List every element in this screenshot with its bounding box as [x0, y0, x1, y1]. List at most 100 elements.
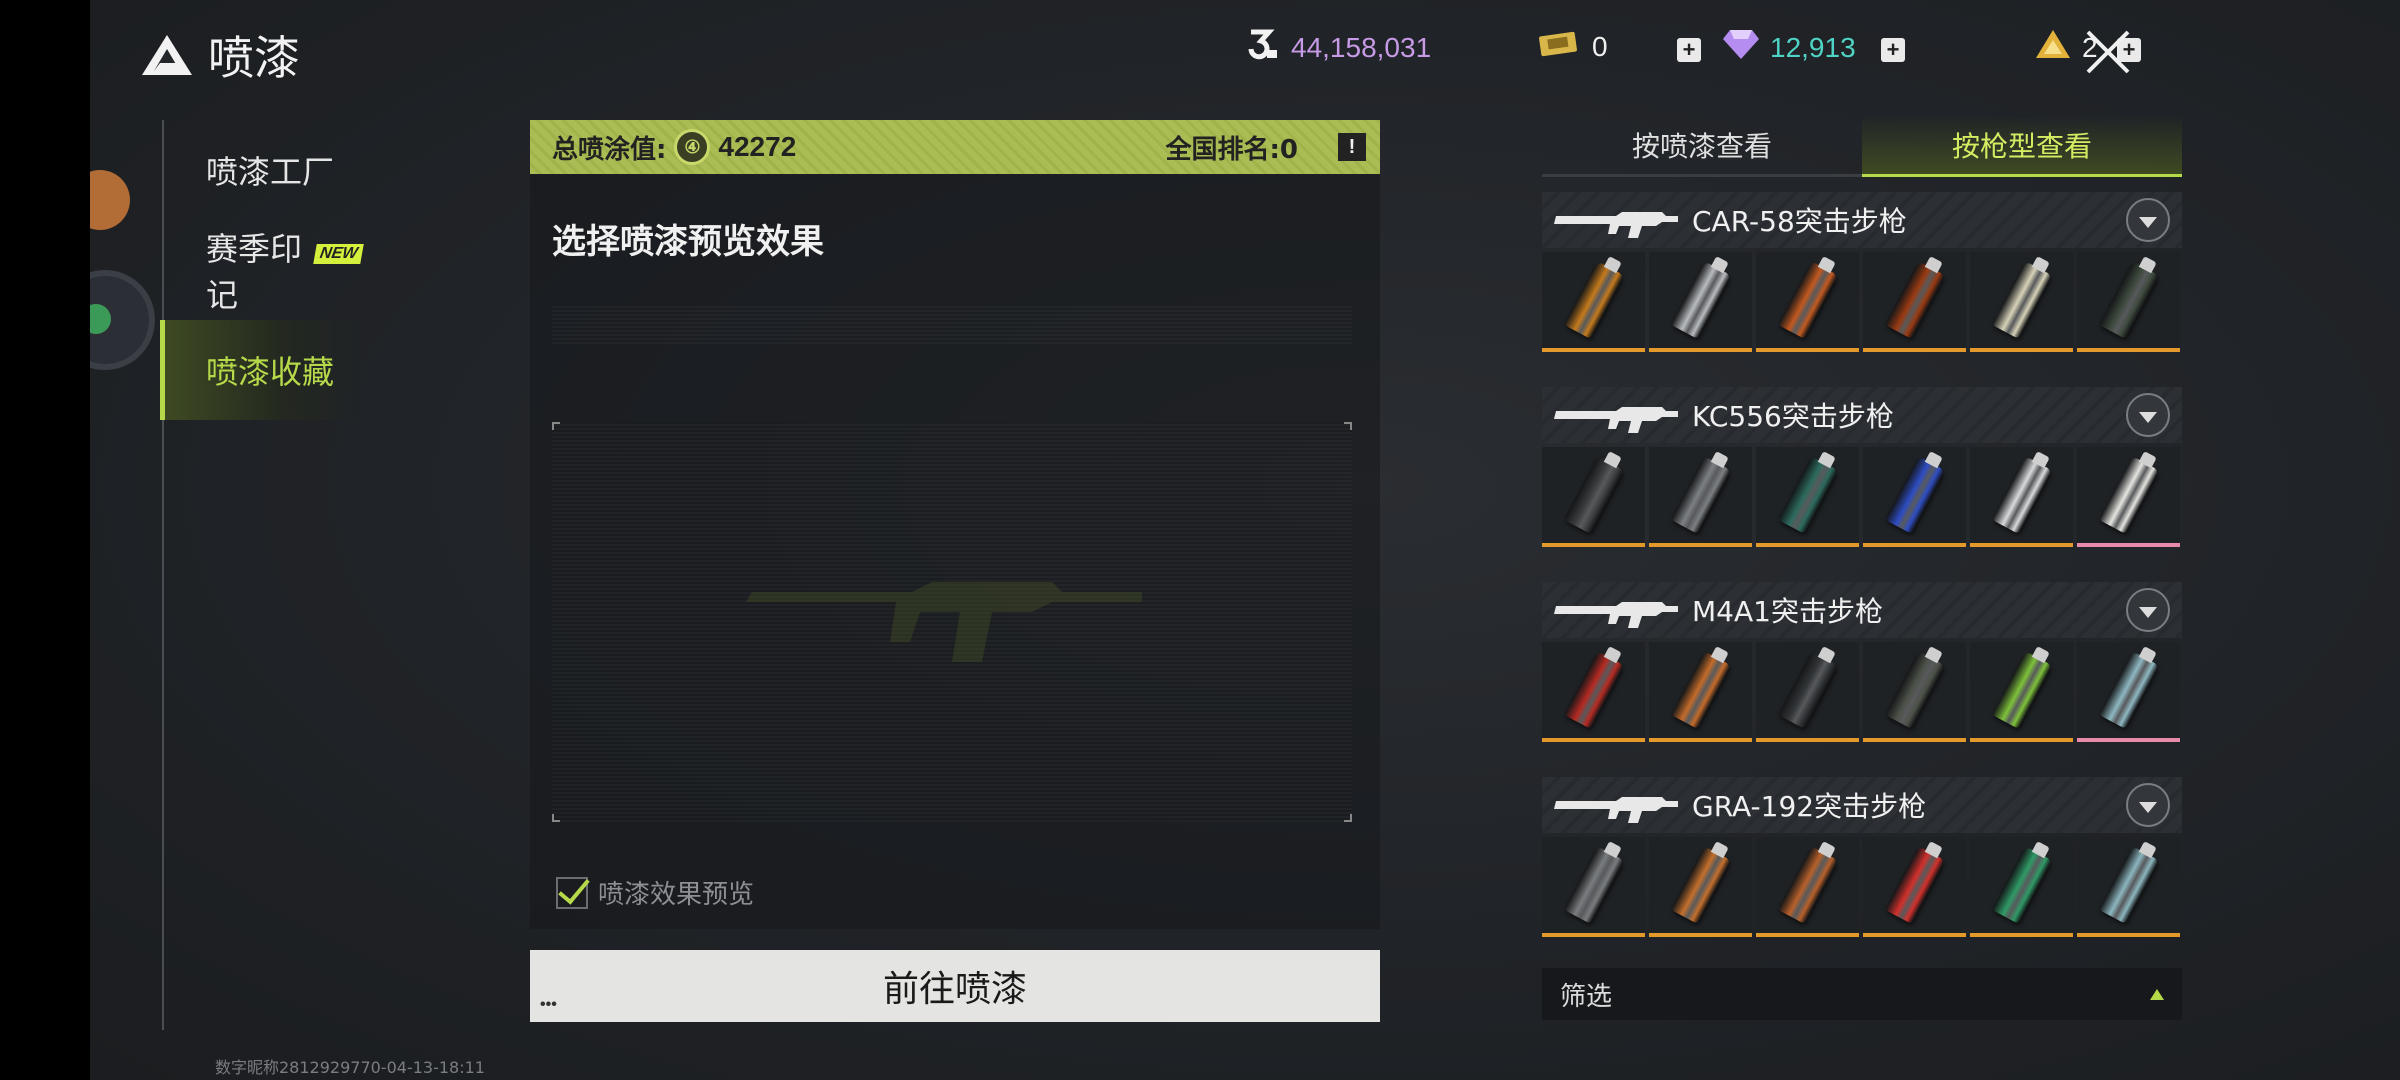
- spray-can-icon: [1563, 846, 1624, 924]
- diamond-count: 12,913: [1770, 31, 1856, 63]
- spray-can-slot[interactable]: [1542, 642, 1645, 742]
- go-spray-button[interactable]: ••• 前往喷漆: [530, 950, 1380, 1022]
- spray-can-slot[interactable]: [1756, 252, 1859, 352]
- spray-preview-panel: 选择喷漆预览效果 喷漆效果预览: [530, 174, 1380, 929]
- spray-can-icon: [2098, 651, 2159, 729]
- expand-chevron-icon[interactable]: [2126, 198, 2170, 242]
- spray-can-slot[interactable]: [2077, 642, 2180, 742]
- sidebar-item-season-marks[interactable]: 赛季印记 NEW: [164, 220, 364, 320]
- ticket-icon: [1538, 28, 1582, 65]
- weapon-name: GRA-192突击步枪: [1692, 790, 1927, 823]
- weapon-header[interactable]: KC556突击步枪: [1542, 387, 2182, 443]
- spray-can-slot[interactable]: [1970, 447, 2073, 547]
- spray-can-icon: [1777, 261, 1838, 339]
- weapon-name: CAR-58突击步枪: [1692, 205, 1907, 238]
- spray-can-slot[interactable]: [1649, 447, 1752, 547]
- spray-preview-toggle[interactable]: 喷漆效果预览: [556, 874, 754, 911]
- spray-can-row: [1542, 447, 2182, 547]
- spray-can-slot[interactable]: [1649, 837, 1752, 937]
- rifle-icon: [1554, 212, 1678, 238]
- rifle-icon: [1554, 797, 1678, 823]
- page-title: 喷漆: [140, 22, 300, 88]
- star-icon: [90, 170, 130, 230]
- spray-can-slot[interactable]: [1756, 447, 1859, 547]
- more-dots-icon: •••: [540, 996, 557, 1013]
- weapon-header[interactable]: M4A1突击步枪: [1542, 582, 2182, 638]
- close-button[interactable]: [2080, 24, 2136, 80]
- weapon-header[interactable]: CAR-58突击步枪: [1542, 192, 2182, 248]
- weapon-group: KC556突击步枪: [1542, 387, 2182, 547]
- sidebar-item-spray-collection[interactable]: 喷漆收藏: [160, 320, 362, 420]
- info-button[interactable]: !: [1338, 133, 1366, 161]
- spray-can-slot[interactable]: [1756, 837, 1859, 937]
- spray-stats-bar: 总喷涂值: ④ 42272 全国排名:0 !: [530, 120, 1380, 174]
- spray-can-slot[interactable]: [1542, 447, 1645, 547]
- sidebar-item-label: 赛季印记: [206, 230, 303, 314]
- expand-chevron-icon[interactable]: [2126, 588, 2170, 632]
- spray-can-slot[interactable]: [2077, 447, 2180, 547]
- filter-arrow-icon: [2150, 988, 2164, 1000]
- spray-can-slot[interactable]: [1649, 252, 1752, 352]
- sidebar-item-spray-factory[interactable]: 喷漆工厂: [164, 120, 362, 220]
- rifle-icon: [1554, 602, 1678, 628]
- expand-chevron-icon[interactable]: [2126, 783, 2170, 827]
- spray-can-slot[interactable]: [1970, 252, 2073, 352]
- go-spray-label: 前往喷漆: [882, 969, 1027, 1010]
- spray-can-icon: [1563, 651, 1624, 729]
- spray-coin-icon: ④: [674, 129, 711, 165]
- weapon-group: CAR-58突击步枪: [1542, 192, 2182, 352]
- spray-preview-checkbox[interactable]: [556, 876, 588, 909]
- tab-by-spray[interactable]: 按喷漆查看: [1542, 115, 1862, 177]
- spray-can-icon: [1991, 651, 2052, 729]
- spray-can-icon: [2098, 456, 2159, 534]
- currency-primary: 44,158,031: [1245, 28, 1431, 67]
- rifle-icon: [1554, 407, 1678, 433]
- spray-can-icon: [1991, 261, 2052, 339]
- tab-by-weapon[interactable]: 按枪型查看: [1862, 115, 2182, 177]
- user-watermark-id: 数字昵称2812929770-04-13-18:11: [215, 1058, 485, 1077]
- spray-can-icon: [1670, 261, 1731, 339]
- spray-can-icon: [1884, 261, 1945, 339]
- spray-can-icon: [1563, 261, 1624, 339]
- spray-can-icon: [1991, 456, 2052, 534]
- spray-can-slot[interactable]: [1863, 447, 1966, 547]
- spray-can-slot[interactable]: [1863, 642, 1966, 742]
- spray-can-slot[interactable]: [2077, 252, 2180, 352]
- spray-can-icon: [1884, 846, 1945, 924]
- add-diamond-button[interactable]: +: [1881, 38, 1905, 62]
- expand-chevron-icon[interactable]: [2126, 393, 2170, 437]
- spray-can-slot[interactable]: [1756, 642, 1859, 742]
- spray-can-icon: [1991, 846, 2052, 924]
- add-ticket-button[interactable]: +: [1677, 38, 1701, 62]
- weapon-preview-area[interactable]: [552, 422, 1352, 822]
- ticket-count: 0: [1592, 30, 1608, 62]
- sidebar-item-label: 喷漆工厂: [206, 153, 335, 191]
- filter-label: 筛选: [1560, 981, 1613, 1012]
- spray-can-slot[interactable]: [1970, 837, 2073, 937]
- spray-preview-label: 喷漆效果预览: [598, 880, 755, 910]
- filter-bar[interactable]: 筛选: [1542, 968, 2182, 1020]
- spray-can-slot[interactable]: [1649, 642, 1752, 742]
- rifle-silhouette-icon: [746, 582, 1142, 662]
- spray-can-slot[interactable]: [1542, 252, 1645, 352]
- view-tabs: 按喷漆查看 按枪型查看: [1542, 115, 2182, 177]
- spray-can-slot[interactable]: [2077, 837, 2180, 937]
- spray-can-row: [1542, 837, 2182, 937]
- weapon-group: GRA-192突击步枪: [1542, 777, 2182, 937]
- new-badge: NEW: [312, 244, 364, 264]
- preview-title: 选择喷漆预览效果: [552, 222, 824, 262]
- spray-can-icon: [1777, 651, 1838, 729]
- total-spray-label: 总喷涂值:: [552, 134, 667, 165]
- currency-primary-value: 44,158,031: [1291, 31, 1432, 63]
- weapon-header[interactable]: GRA-192突击步枪: [1542, 777, 2182, 833]
- spray-can-icon: [2098, 261, 2159, 339]
- spray-can-slot[interactable]: [1863, 837, 1966, 937]
- spray-can-icon: [1670, 651, 1731, 729]
- sidebar-item-label: 喷漆收藏: [206, 353, 335, 391]
- floating-assist-button[interactable]: [90, 270, 155, 370]
- spray-can-slot[interactable]: [1542, 837, 1645, 937]
- spray-can-slot[interactable]: [1863, 252, 1966, 352]
- page-title-text: 喷漆: [208, 31, 300, 85]
- spray-can-slot[interactable]: [1970, 642, 2073, 742]
- preview-option-strip: [552, 304, 1352, 344]
